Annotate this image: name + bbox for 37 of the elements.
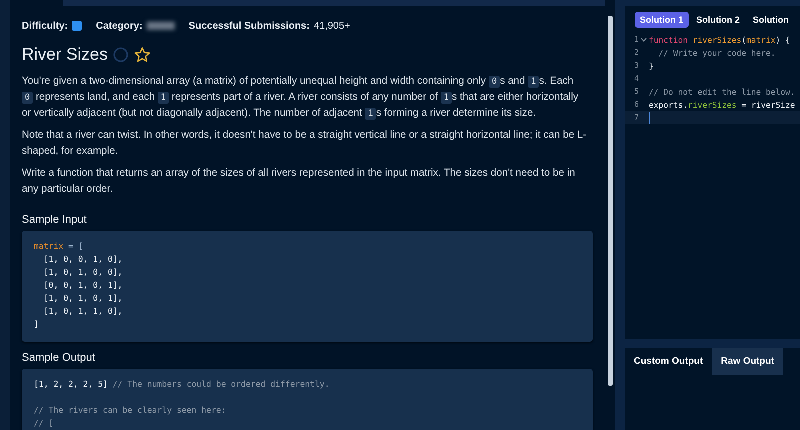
solution-tab[interactable]: Solution <box>748 12 794 28</box>
code-line: } <box>649 60 654 70</box>
solution-tab[interactable]: Solution 1 <box>635 12 688 28</box>
problem-title: River Sizes <box>22 45 108 65</box>
section-heading: Sample Input <box>22 214 88 226</box>
code-line: [1, 0, 1, 1, 0], <box>42 305 124 318</box>
code-line: function riverSizes(matrix) { <box>649 34 790 44</box>
section-heading: Sample Output <box>22 352 96 364</box>
code-line: // [ <box>34 417 55 430</box>
description-paragraph: Note that a river can twist. In other words, it doesn't have to be a straight vertical line or a straight horizontal line; it can be L-shaped, for example. <box>22 129 587 159</box>
meta-label: Successful Submissions: <box>188 20 310 32</box>
code-line: // The rivers can be clearly seen here: <box>34 404 228 417</box>
solution-tab[interactable]: Solution 2 <box>692 12 745 28</box>
meta-label: Difficulty: <box>22 20 68 32</box>
chevron-icon[interactable] <box>641 38 647 42</box>
scrollbar-thumb[interactable] <box>608 16 613 386</box>
code-line: [1, 2, 2, 2, 5] // The numbers could be ordered differently. <box>34 378 331 391</box>
code-line: [1, 0, 1, 0, 0], <box>42 266 124 279</box>
pane-splitter[interactable] <box>625 339 800 348</box>
code-line: matrix = [ <box>34 240 84 253</box>
code-line: [1, 0, 1, 0, 1], <box>42 292 124 305</box>
difficulty-square-icon <box>72 21 82 31</box>
description-paragraph: Write a function that returns an array of the sizes of all rivers represented in the input matrix. The sizes don't need to be in any particular order. <box>22 167 576 197</box>
status-circle-icon[interactable] <box>112 47 129 63</box>
code-line: ] <box>34 318 40 331</box>
text-cursor <box>649 112 650 124</box>
star-icon[interactable] <box>134 47 151 63</box>
code-line: [0, 0, 1, 0, 1], <box>42 279 124 292</box>
meta-label: Category: <box>96 20 143 32</box>
description-paragraph: You're given a two-dimensional array (a matrix) of potentially unequal height and width containing only 0 s and 1 s. Each 0 represents land, and each 1 represents part of a river. A river consists of any number of 1 s that are either horizontally or vertically adjacent (but not diagonally adjacent). The number of adjacent 1 s forming a river determine its size. <box>22 75 580 122</box>
code-line: // Do not edit the line below. <box>649 86 796 96</box>
blurred-value <box>146 22 175 30</box>
code-line: [1, 0, 0, 1, 0], <box>42 253 124 266</box>
meta-value: 41,905+ <box>314 20 350 32</box>
code-line: // Write your code here. <box>658 48 776 58</box>
code-line: exports.riverSizes = riverSize <box>649 100 796 110</box>
output-tab[interactable]: Raw Output <box>712 348 784 375</box>
